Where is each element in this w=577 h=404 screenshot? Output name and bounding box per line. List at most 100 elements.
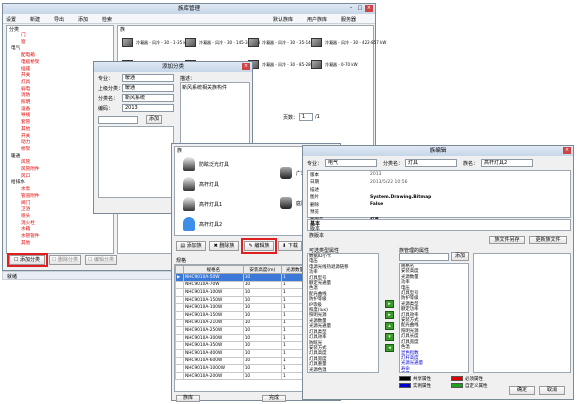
move-all-right-icon[interactable]: ▸: [385, 311, 394, 319]
edit-major-select[interactable]: 电气: [325, 159, 377, 167]
lamp-item-label[interactable]: 防眩泛光灯具: [199, 161, 229, 168]
page-input[interactable]: 1: [299, 113, 313, 121]
property-row[interactable]: 描述: [308, 186, 570, 194]
tree-node[interactable]: 消防: [21, 93, 30, 99]
update-family-file-button[interactable]: 更新族文件: [529, 236, 567, 244]
table-row[interactable]: NHC9010A-1000W 10 1: [175, 364, 307, 373]
family-item-label[interactable]: 冷凝器 - 风冷 - 30 - 422-857 kW: [325, 40, 386, 46]
toolbar-item[interactable]: 检索: [102, 16, 112, 23]
lamp-item-label[interactable]: 高杆灯具2: [199, 221, 222, 228]
tree-node[interactable]: 动力: [21, 140, 30, 146]
tree-node[interactable]: 配电箱: [21, 53, 35, 59]
tree-node[interactable]: 管道附件: [21, 194, 39, 200]
tree-node[interactable]: 风管: [21, 160, 30, 166]
property-value[interactable]: 2013/5/22 10:56: [368, 179, 570, 187]
tree-node[interactable]: 弱电: [21, 87, 30, 93]
parent-select[interactable]: 暖通: [122, 84, 174, 92]
table-row[interactable]: NHC9010A-350W 10 1: [175, 341, 307, 350]
table-row[interactable]: NHC9010A-600W 10 1: [175, 356, 307, 366]
table-row[interactable]: NHC9010A-150W 10 1: [175, 310, 307, 320]
table-row[interactable]: NHC9010A-150W 10 1: [175, 295, 307, 305]
selected-add-button[interactable]: 添加: [451, 252, 469, 261]
property-value[interactable]: [368, 209, 570, 217]
tree-node[interactable]: 卫浴: [21, 207, 30, 213]
toolbar-item[interactable]: 设置: [6, 16, 16, 23]
edit-category-button[interactable]: ☐ 编辑分类: [85, 255, 117, 265]
edit-cancel-button[interactable]: 取消: [539, 386, 565, 395]
tree-node[interactable]: 开关: [21, 134, 30, 140]
tree-node[interactable]: 其他: [21, 241, 30, 247]
tree-node[interactable]: 阀门: [21, 201, 30, 207]
toolbar-item[interactable]: 新建: [30, 16, 40, 23]
move-up-icon[interactable]: ▴: [385, 322, 394, 330]
toolbar-item[interactable]: 添加: [78, 16, 88, 23]
table-row[interactable]: NHC9010A-300W 10 1: [175, 333, 307, 343]
tree-node[interactable]: 风管附件: [21, 167, 39, 173]
source-radio[interactable]: 服务器: [341, 16, 356, 23]
edit-ok-button[interactable]: 确定: [509, 386, 535, 395]
family-bottom-right[interactable]: 完成: [262, 395, 286, 402]
minimize-button[interactable]: –: [347, 5, 355, 12]
lamp-item-label[interactable]: 高杆灯具1: [199, 201, 222, 208]
download-button[interactable]: ⬇ 下载: [278, 241, 302, 251]
tree-node[interactable]: 照明: [21, 100, 30, 106]
add-family-button[interactable]: ▤ 添加族: [176, 241, 206, 251]
tree-node[interactable]: 其他: [21, 127, 30, 133]
family-bottom-left[interactable]: 族库: [176, 395, 200, 402]
items-list[interactable]: [98, 126, 174, 198]
property-value[interactable]: False: [368, 201, 570, 209]
source-radio[interactable]: 用户族库: [307, 16, 327, 23]
tree-node[interactable]: 电缆桥架: [21, 60, 39, 66]
tree-node[interactable]: 灯具: [21, 80, 30, 86]
name-input[interactable]: 新风系统: [122, 94, 174, 102]
property-row[interactable]: 预览: [308, 209, 570, 217]
toolbar-item[interactable]: 导出: [54, 16, 64, 23]
source-radio[interactable]: 默认族库: [273, 16, 293, 23]
available-props-list[interactable]: 数据ID小卡 电压 电源光线热退源链移 功率 灯具型号 额定光通量 色温 配光曲线 防护等级 IP…: [307, 253, 379, 373]
tree-node[interactable]: 水管管件: [21, 234, 39, 240]
property-value[interactable]: [368, 186, 570, 194]
property-row[interactable]: 版本 2013: [308, 171, 570, 179]
table-row[interactable]: NHC9010A-100W 10 1: [175, 303, 307, 312]
table-row[interactable]: NHC9010A-400W 10 1: [175, 348, 307, 358]
tree-node[interactable]: 给排水: [11, 180, 25, 186]
tree-node[interactable]: 设备: [21, 107, 30, 113]
table-row[interactable]: NHC9010A-210W 10 1: [175, 318, 307, 328]
table-row[interactable]: ▶ NHC9010A-50W 10 1: [175, 273, 307, 282]
family-item-label[interactable]: 冷凝器 - 风冷 - 30 - 1-35 kW: [136, 40, 190, 46]
tree-node[interactable]: 插座: [21, 67, 30, 73]
close-button[interactable]: ×: [365, 5, 373, 12]
lamp-item-label[interactable]: 高杆灯具: [199, 181, 219, 188]
extra-input[interactable]: [98, 116, 138, 124]
table-row[interactable]: NHC9010A-100W 10 1: [175, 288, 307, 297]
tree-node[interactable]: 套管: [21, 120, 30, 126]
move-right-icon[interactable]: ▸: [385, 300, 394, 308]
major-select[interactable]: 暖通: [122, 74, 174, 82]
property-row[interactable]: 图片 System.Drawing.Bitmap: [308, 194, 570, 202]
tree-node[interactable]: 消火栓: [21, 221, 35, 227]
edit-cat-select[interactable]: 灯具: [405, 159, 457, 167]
spec-column-header[interactable]: 安装高度(m): [242, 265, 282, 274]
property-value[interactable]: 2013: [368, 171, 570, 179]
selected-props-list[interactable]: 规格名 安装高度 光源数量 功率 电压 灯具型号 防护等级 光源类型 额定功率 灯具效率 安装方式配…: [399, 263, 469, 373]
delete-category-button[interactable]: ☐ 删除分类: [49, 255, 81, 265]
tree-node[interactable]: 风口: [21, 174, 30, 180]
edit-fam-input[interactable]: 高杆灯具2: [481, 159, 533, 167]
family-item-label[interactable]: 冷凝器 - 0-70 kW: [325, 62, 358, 68]
spec-column-header[interactable]: [175, 265, 184, 274]
tree-node[interactable]: 桥架: [21, 147, 30, 153]
code-input[interactable]: 2013: [122, 104, 174, 112]
tree-node[interactable]: 门: [21, 33, 26, 39]
tree-node[interactable]: 暖通: [11, 154, 20, 160]
delete-family-button[interactable]: ✖ 删除族: [209, 241, 239, 251]
tree-node[interactable]: 水箱: [21, 227, 30, 233]
table-row[interactable]: NHC9010A-250W 10 1: [175, 326, 307, 335]
move-left-icon[interactable]: ◂: [385, 344, 394, 352]
property-row[interactable]: 删除 False: [308, 201, 570, 209]
save-family-file-button[interactable]: 族文件另存: [489, 236, 525, 244]
tree-node[interactable]: 导线: [21, 113, 30, 119]
add-item-button[interactable]: 添加: [146, 115, 162, 124]
tree-node[interactable]: 窗: [21, 40, 26, 46]
selected-prop-item[interactable]: 重量: [400, 372, 468, 373]
property-value[interactable]: System.Drawing.Bitmap: [368, 194, 570, 202]
